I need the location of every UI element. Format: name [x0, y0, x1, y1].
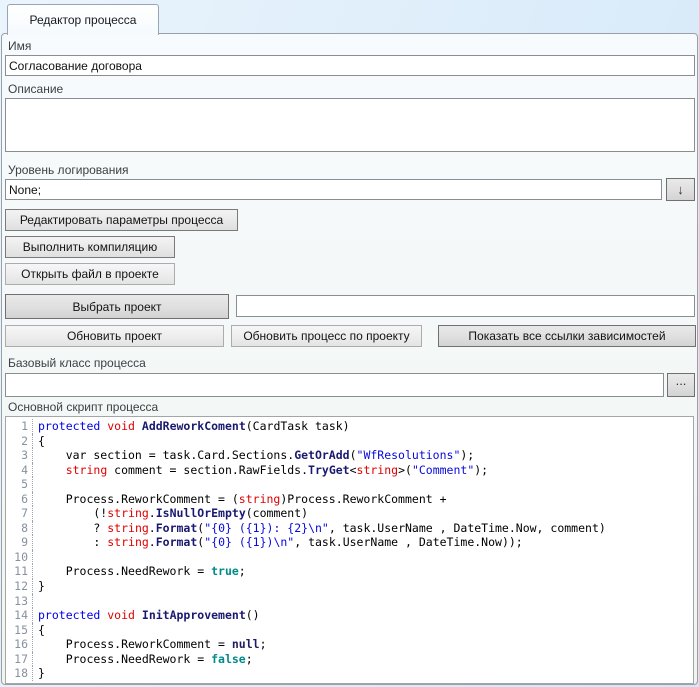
code-line: 2{ [6, 434, 693, 449]
code-line: 18} [6, 666, 693, 681]
tab-label: Редактор процесса [30, 13, 137, 27]
line-number: 3 [6, 448, 33, 463]
edit-parameters-button[interactable]: Редактировать параметры процесса [5, 209, 238, 231]
code-lines: 1protected void AddReworkComent(CardTask… [6, 419, 693, 681]
down-arrow-icon: ↓ [677, 182, 684, 197]
description-input[interactable] [5, 98, 695, 152]
line-number: 12 [6, 579, 33, 594]
code-line: 1protected void AddReworkComent(CardTask… [6, 419, 693, 434]
line-number: 14 [6, 608, 33, 623]
code-line: 7 (!string.IsNullOrEmpty(comment) [6, 506, 693, 521]
ellipsis-icon: ... [676, 374, 687, 388]
code-line: 4 string comment = section.RawFields.Try… [6, 463, 693, 478]
line-number: 5 [6, 477, 33, 492]
code-line: 8 ? string.Format("{0} ({1}): {2}\n", ta… [6, 521, 693, 536]
update-process-button[interactable]: Обновить процесс по проекту [231, 325, 422, 347]
tab-process-editor[interactable]: Редактор процесса [7, 4, 159, 35]
log-level-value: None; [9, 183, 41, 197]
name-input[interactable]: Согласование договора [5, 55, 695, 76]
description-label: Описание [8, 82, 63, 96]
code-line: 15{ [6, 623, 693, 638]
code-line: 17 Process.NeedRework = false; [6, 652, 693, 667]
code-line: 5 [6, 477, 693, 492]
log-level-input[interactable]: None; [5, 179, 662, 200]
line-number: 9 [6, 535, 33, 550]
line-number: 6 [6, 492, 33, 507]
browse-base-class-button[interactable]: ... [667, 373, 695, 397]
name-label: Имя [8, 39, 31, 53]
compile-button[interactable]: Выполнить компиляцию [5, 236, 175, 258]
code-line: 10 [6, 550, 693, 565]
base-class-input[interactable] [5, 373, 664, 397]
script-label: Основной скрипт процесса [8, 400, 158, 414]
update-project-button[interactable]: Обновить проект [5, 325, 224, 347]
code-line: 6 Process.ReworkComment = (string)Proces… [6, 492, 693, 507]
script-code-editor[interactable]: 1protected void AddReworkComent(CardTask… [5, 416, 694, 684]
open-file-button[interactable]: Открыть файл в проекте [5, 263, 175, 285]
base-class-label: Базовый класс процесса [8, 356, 146, 370]
line-number: 17 [6, 652, 33, 667]
line-number: 4 [6, 463, 33, 478]
code-line: 9 : string.Format("{0} ({1})\n", task.Us… [6, 535, 693, 550]
line-number: 8 [6, 521, 33, 536]
code-line: 12} [6, 579, 693, 594]
line-number: 15 [6, 623, 33, 638]
select-project-button[interactable]: Выбрать проект [5, 294, 229, 319]
line-number: 1 [6, 419, 33, 434]
show-dependency-refs-button[interactable]: Показать все ссылки зависимостей [438, 325, 696, 347]
code-line: 3 var section = task.Card.Sections.GetOr… [6, 448, 693, 463]
line-number: 11 [6, 564, 33, 579]
line-number: 7 [6, 506, 33, 521]
code-line: 14protected void InitApprovement() [6, 608, 693, 623]
line-number: 10 [6, 550, 33, 565]
line-number: 2 [6, 434, 33, 449]
log-level-label: Уровень логирования [8, 163, 129, 177]
line-number: 16 [6, 637, 33, 652]
name-value: Согласование договора [9, 59, 142, 73]
line-number: 13 [6, 594, 33, 609]
line-number: 18 [6, 666, 33, 681]
log-level-dropdown-button[interactable]: ↓ [666, 178, 695, 201]
code-line: 13 [6, 594, 693, 609]
project-path-input[interactable] [236, 295, 695, 317]
code-line: 16 Process.ReworkComment = null; [6, 637, 693, 652]
code-line: 11 Process.NeedRework = true; [6, 564, 693, 579]
